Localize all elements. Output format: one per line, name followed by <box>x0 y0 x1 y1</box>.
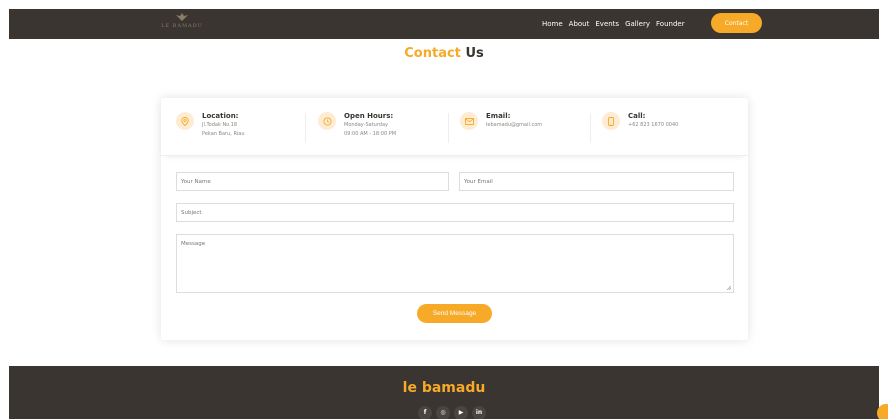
facebook-glyph: f <box>423 409 427 416</box>
info-divider <box>305 113 306 143</box>
email-input[interactable] <box>459 172 734 191</box>
resize-grip-icon[interactable] <box>726 285 731 290</box>
nav-about-link[interactable]: About <box>569 18 590 30</box>
info-location-line-1: Jl.Todak No.18 <box>202 122 238 128</box>
nav-founder-link[interactable]: Founder <box>656 18 685 30</box>
info-divider <box>448 113 449 143</box>
message-textarea[interactable] <box>176 234 734 293</box>
info-email-line: lebamadu@gmail.com <box>486 122 543 128</box>
subject-input[interactable] <box>176 203 734 222</box>
contact-info-row: Location: Jl.Todak No.18 Pekan Baru, Ria… <box>161 98 748 156</box>
info-hours-line-1: Monday-Saturday <box>344 122 388 128</box>
site-footer: le bamadu f ◎ ▶ in <box>9 366 879 419</box>
footer-brand: le bamadu <box>402 380 486 396</box>
clock-icon <box>318 112 336 130</box>
logo-text: LE BAMADU <box>161 23 203 29</box>
facebook-icon[interactable]: f <box>418 406 432 419</box>
contact-card: Location: Jl.Todak No.18 Pekan Baru, Ria… <box>161 98 748 340</box>
send-message-button[interactable]: Send Message <box>417 304 492 323</box>
info-hours-line-2: 09:00 AM - 18:00 PM <box>344 131 397 137</box>
page-title-accent: Contact <box>404 46 461 61</box>
phone-icon <box>602 112 620 130</box>
instagram-glyph: ◎ <box>440 409 446 416</box>
location-pin-icon <box>176 112 194 130</box>
name-input[interactable] <box>176 172 449 191</box>
nav-home-link[interactable]: Home <box>542 18 563 30</box>
nav-events-link[interactable]: Events <box>595 18 619 30</box>
info-call-text: Call: +62 823 1670 0040 <box>628 112 748 130</box>
nav-contact-button[interactable]: Contact <box>711 13 762 33</box>
envelope-icon <box>460 112 478 130</box>
info-location-line-2: Pekan Baru, Riau <box>202 131 245 137</box>
info-location-title: Location: <box>202 112 239 120</box>
top-navbar: LE BAMADU Home About Events Gallery Foun… <box>9 9 879 39</box>
youtube-glyph: ▶ <box>458 409 464 416</box>
info-call-title: Call: <box>628 112 646 120</box>
linkedin-glyph: in <box>475 409 483 416</box>
info-call-line: +62 823 1670 0040 <box>628 122 679 128</box>
page-title: Contact Us <box>0 46 888 61</box>
page-title-rest: Us <box>465 46 484 61</box>
info-hours-text: Open Hours: Monday-Saturday 09:00 AM - 1… <box>344 112 464 139</box>
info-location-text: Location: Jl.Todak No.18 Pekan Baru, Ria… <box>202 112 322 139</box>
back-to-top-button[interactable] <box>877 404 888 419</box>
nav-gallery-link[interactable]: Gallery <box>625 18 650 30</box>
message-field-wrap <box>176 234 734 293</box>
social-links: f ◎ ▶ in <box>418 406 486 419</box>
linkedin-icon[interactable]: in <box>472 406 486 419</box>
info-email-title: Email: <box>486 112 511 120</box>
site-logo[interactable]: LE BAMADU <box>160 13 204 35</box>
info-divider <box>590 113 591 143</box>
info-email-text: Email: lebamadu@gmail.com <box>486 112 606 130</box>
info-hours-title: Open Hours: <box>344 112 394 120</box>
logo-mark-icon <box>176 13 188 21</box>
main-nav: Home About Events Gallery Founder <box>542 18 685 30</box>
instagram-icon[interactable]: ◎ <box>436 406 450 419</box>
youtube-icon[interactable]: ▶ <box>454 406 468 419</box>
